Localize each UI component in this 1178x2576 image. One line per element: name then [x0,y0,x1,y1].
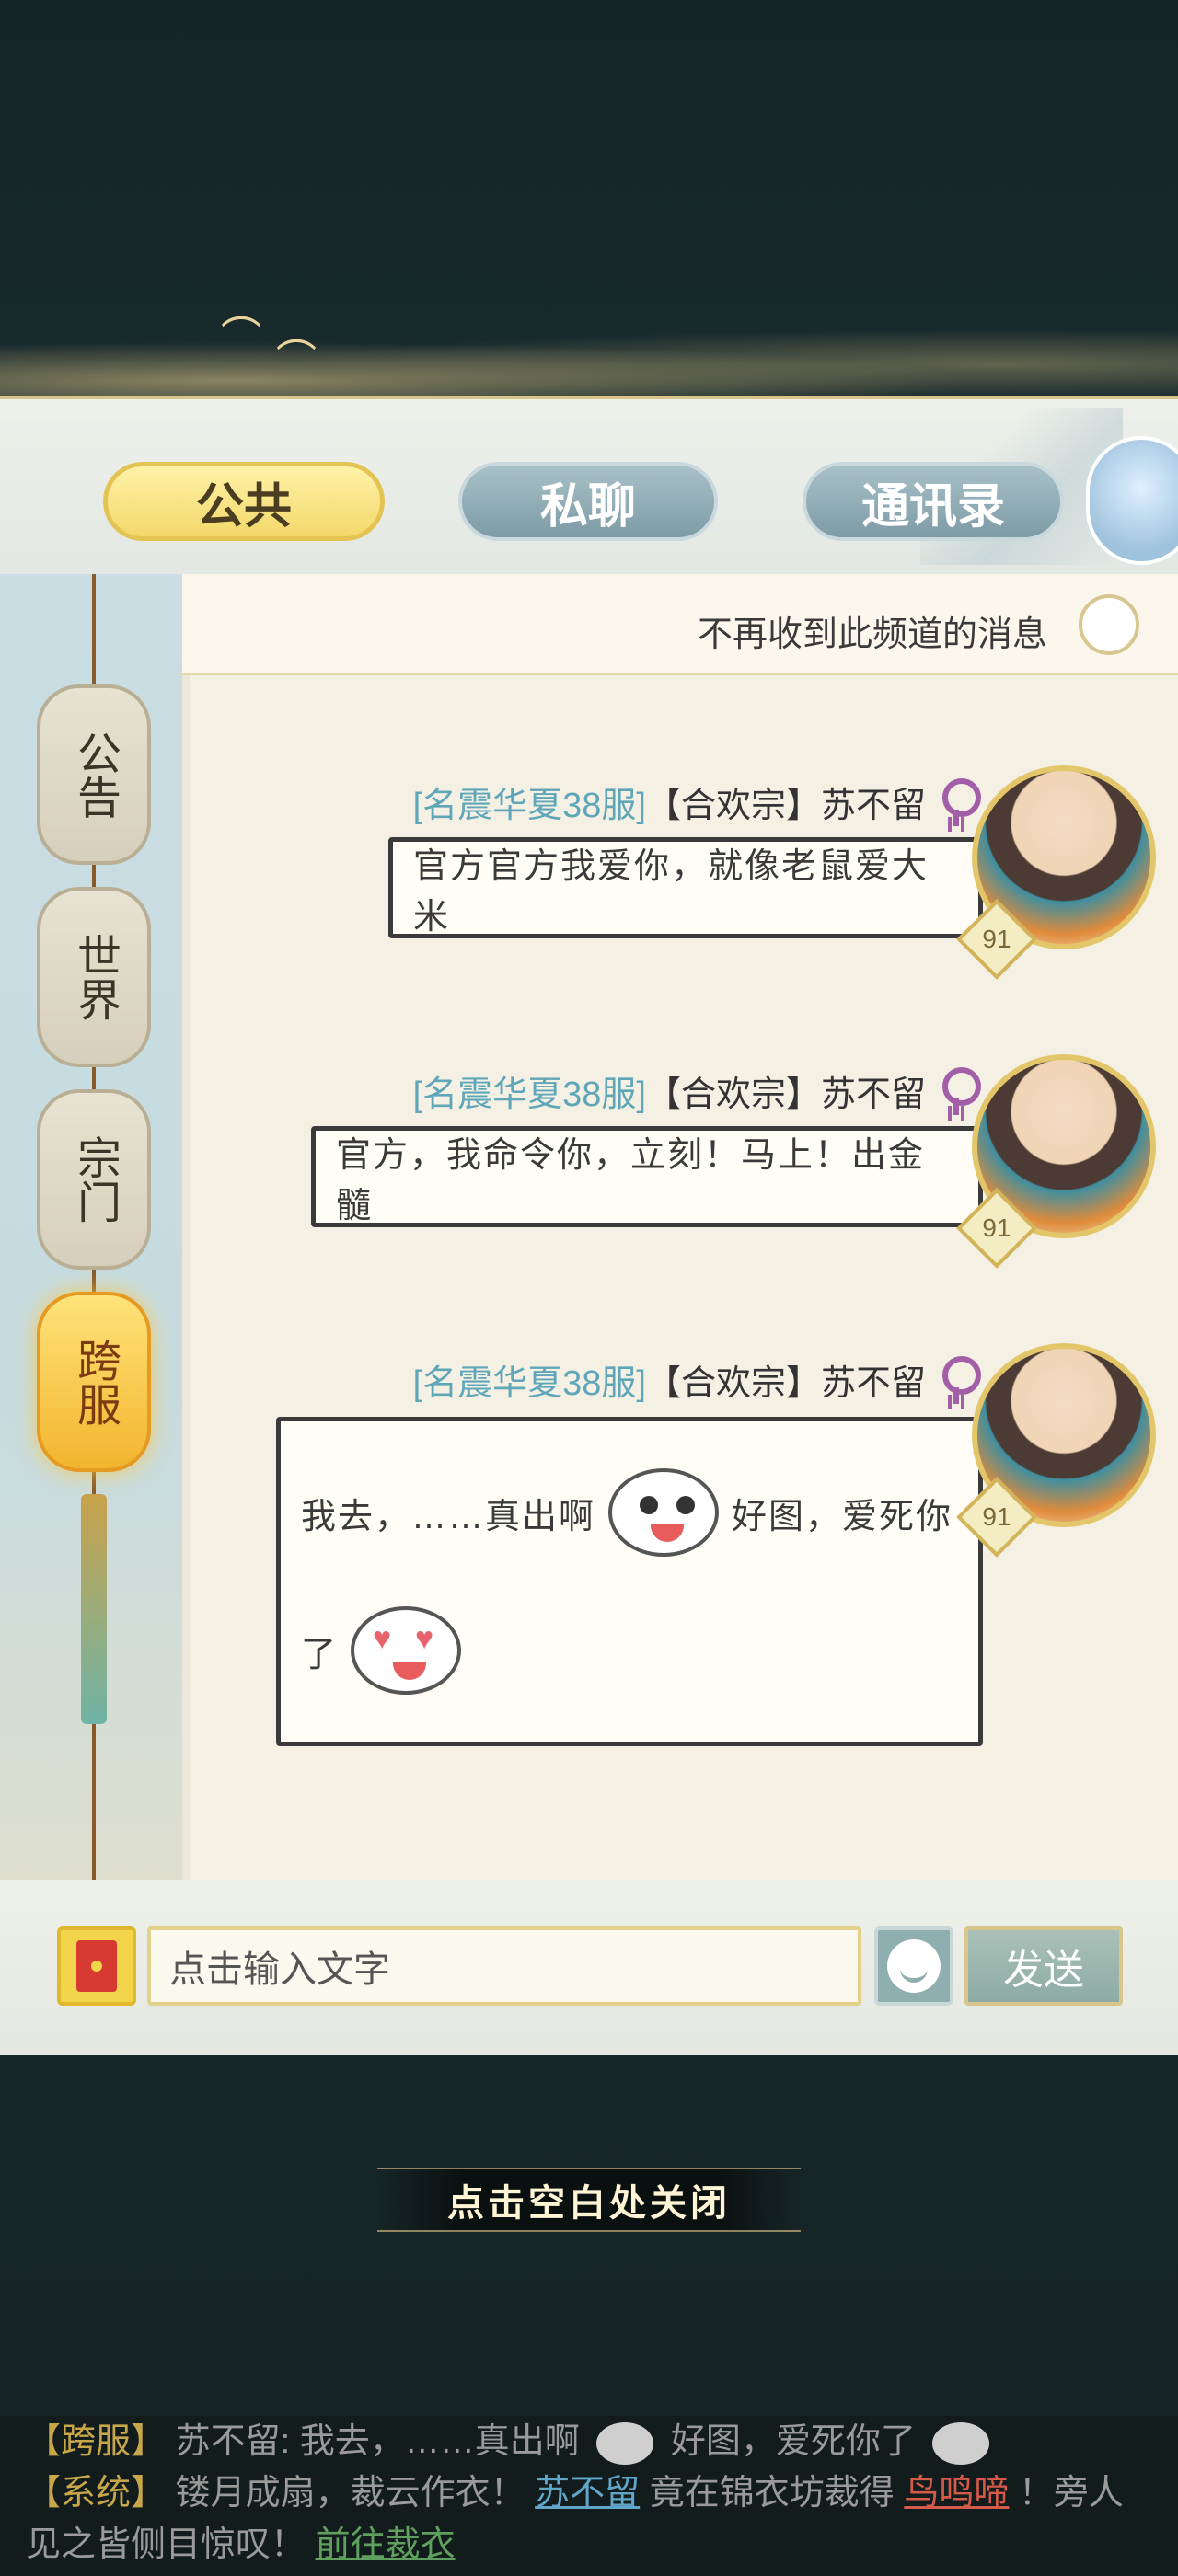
channel-cross-server[interactable]: 跨服 [37,1292,151,1472]
female-icon [939,1355,981,1404]
channel-mute-row: 不再收到此频道的消息 [182,574,1178,675]
female-icon [939,1066,981,1115]
ticker-sender: 苏不留: [175,2422,291,2461]
message-line: 了 [301,1581,474,1719]
bird-icon: ⌒ [276,338,317,383]
channel-sidebar: 公告 世界 宗门 跨服 [0,574,182,2055]
ticker-line: 【跨服】 苏不留: 我去，……真出啊 好图，爱死你了 [26,2416,1152,2467]
message-text: 官方，我命令你，立刻！马上！出金髓 [336,1136,926,1225]
message-input[interactable]: 点击输入文字 [147,1926,861,2006]
input-bar: 点击输入文字 发送 [0,1880,1178,2055]
ticker-player-link[interactable]: 苏不留 [535,2474,640,2513]
smiley-icon [887,1939,941,1993]
ticker-channel-tag: 【跨服】 [26,2422,167,2461]
channel-label: 宗门 [70,1135,119,1224]
player-avatar[interactable] [1086,436,1178,565]
tab-public[interactable]: 公共 [103,462,385,541]
ticker-text: 好图，爱死你了 [670,2422,916,2461]
message-header: [名震华夏38服] 【合欢宗】 苏不留 [412,1354,981,1405]
message-line: 我去，……真出啊 好图，爱死你 [301,1443,953,1581]
sect-tag: 【合欢宗】 [645,787,821,825]
sect-tag: 【合欢宗】 [645,1364,821,1403]
ticker-line: 【系统】 镂月成扇，裁云作衣！ 苏不留 竟在锦衣坊裁得 鸟鸣啼 ！旁人见之皆侧目… [26,2467,1152,2570]
female-icon [939,777,981,826]
message-bubble[interactable]: 我去，……真出啊 好图，爱死你 了 [276,1417,1000,1746]
message-text: 我去，……真出啊 [301,1497,596,1536]
level-value: 91 [982,1213,1011,1242]
close-hint[interactable]: 点击空白处关闭 [377,2168,801,2232]
server-tag: [名震华夏38服] [412,787,646,825]
tab-bar: 公共 私聊 通讯录 [0,399,1178,574]
send-button[interactable]: 发送 [964,1926,1123,2006]
ticker-goto-tailor-link[interactable]: 前往裁衣 [316,2525,456,2564]
mute-channel-toggle[interactable] [1079,594,1139,655]
channel-label: 世界 [70,933,119,1021]
surprised-emoji-icon [608,1468,720,1557]
tab-contacts[interactable]: 通讯录 [803,462,1064,541]
red-packet-icon [76,1940,117,1992]
message-header: [名震华夏38服] 【合欢宗】 苏不留 [412,1065,981,1116]
chat-panel: 公共 私聊 通讯录 公告 世界 宗门 跨服 不再收到此频道的消息 [名震华夏38… [0,396,1178,2055]
red-packet-button[interactable] [57,1926,136,2006]
channel-sect[interactable]: 宗门 [37,1089,151,1270]
emoji-button[interactable] [874,1926,953,2006]
surprised-emoji-icon [596,2421,654,2465]
sect-tag: 【合欢宗】 [645,1075,821,1114]
sender-name[interactable]: 苏不留 [821,1354,926,1405]
message-text: 了 [301,1635,339,1674]
ticker-text: 竟在锦衣坊裁得 [649,2474,895,2513]
message-text: 官方官方我爱你，就像老鼠爱大米 [413,847,930,937]
mute-channel-label: 不再收到此频道的消息 [697,615,1047,654]
channel-label: 公告 [70,730,119,819]
server-tag: [名震华夏38服] [412,1364,646,1403]
ticker-channel-tag: 【系统】 [26,2474,167,2513]
ticker-item-link[interactable]: 鸟鸣啼 [904,2474,1009,2513]
message-bubble[interactable]: 官方官方我爱你，就像老鼠爱大米 [388,837,1000,938]
tassel-decoration [81,1494,107,1724]
channel-announcement[interactable]: 公告 [37,684,151,865]
heart-eyes-emoji-icon [932,2421,990,2465]
message-list[interactable]: [名震华夏38服] 【合欢宗】 苏不留 官方官方我爱你，就像老鼠爱大米 91 [… [190,675,1178,1880]
server-tag: [名震华夏38服] [412,1075,646,1114]
channel-world[interactable]: 世界 [37,887,151,1067]
message-text: 好图，爱死你 [732,1497,953,1536]
heart-eyes-emoji-icon [351,1606,462,1695]
sender-name[interactable]: 苏不留 [821,1065,926,1116]
bird-icon: ⌒ [221,315,261,360]
channel-label: 跨服 [70,1338,119,1426]
ticker-text: 我去，……真出啊 [299,2422,580,2461]
message-bubble[interactable]: 官方，我命令你，立刻！马上！出金髓 [311,1126,1000,1227]
ticker-text: 镂月成扇，裁云作衣！ [175,2474,525,2513]
sender-name[interactable]: 苏不留 [821,776,926,827]
level-value: 91 [982,925,1011,953]
level-value: 91 [982,1502,1011,1531]
message-header: [名震华夏38服] 【合欢宗】 苏不留 [412,776,981,827]
tab-private[interactable]: 私聊 [458,462,718,541]
chat-ticker[interactable]: 【跨服】 苏不留: 我去，……真出啊 好图，爱死你了 【系统】 镂月成扇，裁云作… [0,2416,1178,2576]
